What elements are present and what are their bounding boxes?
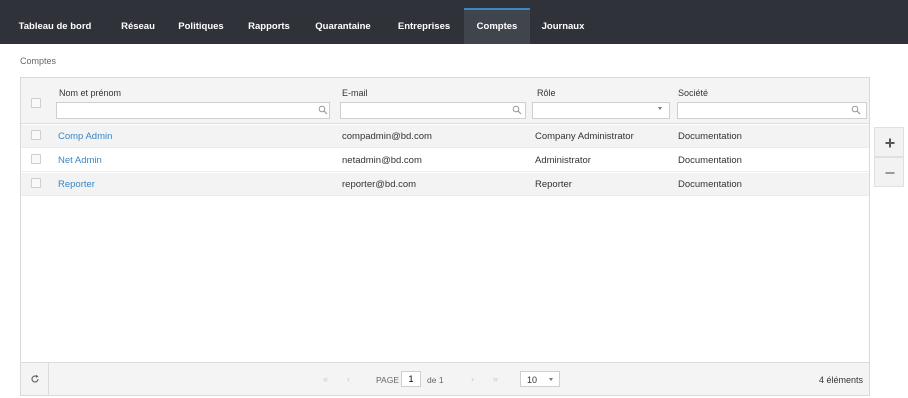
row-checkbox[interactable] [31,130,41,140]
accounts-grid: Nom et prénom E-mail Rôle Société Comp A… [20,77,870,396]
minus-icon [885,172,895,174]
search-icon [851,105,861,115]
chevron-down-icon [549,378,553,381]
row-checkbox[interactable] [31,178,41,188]
nav-tab-quarantine[interactable]: Quarantaine [302,8,384,44]
table-row[interactable]: Net Admin netadmin@bd.com Administrator … [21,149,869,172]
account-name-link[interactable]: Comp Admin [58,131,112,142]
search-icon [318,105,328,115]
first-page-icon[interactable]: « [323,374,328,384]
role-filter-select[interactable] [532,102,670,119]
nav-tab-logs[interactable]: Journaux [530,8,596,44]
remove-account-button[interactable] [874,157,904,187]
account-company: Documentation [678,179,742,190]
nav-tab-accounts[interactable]: Comptes [464,8,530,44]
company-filter-input[interactable] [677,102,867,119]
select-all-checkbox[interactable] [31,98,41,108]
top-navigation-bar: Tableau de bord Réseau Politiques Rappor… [0,0,908,44]
account-email: reporter@bd.com [342,179,417,190]
page-size-select[interactable]: 10 [520,371,560,387]
email-filter-input[interactable] [340,102,526,119]
breadcrumb: Comptes [20,56,57,66]
add-account-button[interactable] [874,127,904,157]
account-name-link[interactable]: Reporter [58,179,95,190]
prev-page-icon[interactable]: ‹ [347,374,350,384]
refresh-icon [31,374,39,383]
nav-tab-dashboard[interactable]: Tableau de bord [0,8,110,44]
search-icon [512,105,522,115]
plus-icon [885,138,895,148]
account-name-link[interactable]: Net Admin [58,155,102,166]
column-header-email[interactable]: E-mail [342,88,368,98]
chevron-down-icon [658,107,662,110]
page-label: PAGE [376,375,399,385]
nav-tab-network[interactable]: Réseau [110,8,166,44]
account-email: netadmin@bd.com [342,155,422,166]
grid-header: Nom et prénom E-mail Rôle Société [21,78,869,124]
name-filter-input[interactable] [56,102,330,119]
account-company: Documentation [678,131,742,142]
page-size-value: 10 [527,375,538,385]
items-count: 4 éléments [818,375,863,385]
next-page-icon[interactable]: › [471,374,474,384]
page-total-label: de 1 [427,375,444,385]
nav-tab-reports[interactable]: Rapports [236,8,302,44]
nav-tab-companies[interactable]: Entreprises [384,8,464,44]
refresh-button[interactable] [21,363,49,395]
last-page-icon[interactable]: » [493,374,498,384]
grid-pager: « ‹ PAGE de 1 › » 10 4 éléments [21,362,869,395]
row-checkbox[interactable] [31,154,41,164]
page-number-input[interactable] [401,371,421,387]
table-row[interactable]: Reporter reporter@bd.com Reporter Docume… [21,173,869,196]
nav-tab-policies[interactable]: Politiques [166,8,236,44]
table-row[interactable]: Comp Admin compadmin@bd.com Company Admi… [21,125,869,148]
column-header-name[interactable]: Nom et prénom [59,88,121,98]
account-role: Company Administrator [535,131,634,142]
account-company: Documentation [678,155,742,166]
column-header-role[interactable]: Rôle [537,88,556,98]
account-role: Administrator [535,155,591,166]
account-email: compadmin@bd.com [342,131,432,142]
account-role: Reporter [535,179,572,190]
column-header-company[interactable]: Société [678,88,708,98]
